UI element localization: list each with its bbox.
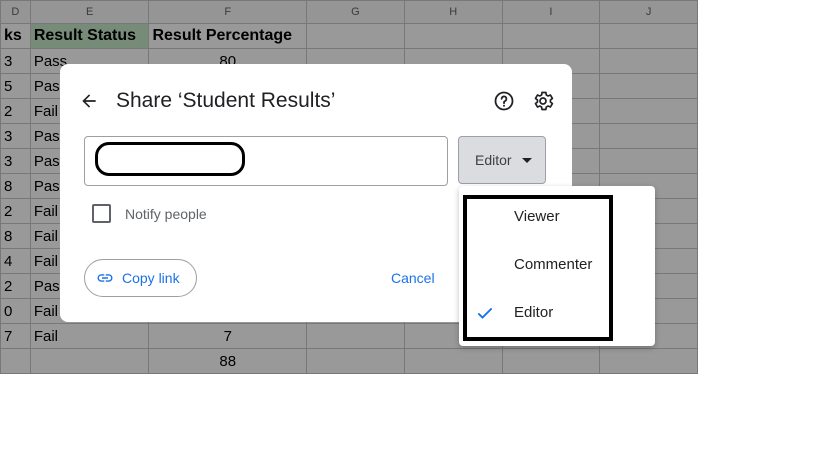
copy-link-label: Copy link [122, 270, 180, 286]
role-dropdown-button[interactable]: Editor [458, 136, 546, 184]
redaction-mark [95, 142, 245, 176]
notify-people-option[interactable]: Notify people [92, 204, 207, 223]
role-dropdown-label: Editor [475, 152, 512, 168]
dialog-title: Share ‘Student Results’ [116, 89, 336, 112]
notify-checkbox[interactable] [92, 204, 111, 223]
cancel-button[interactable]: Cancel [391, 270, 435, 286]
caret-down-icon [521, 157, 532, 163]
notify-label: Notify people [125, 205, 207, 222]
menu-item-label: Commenter [514, 256, 593, 273]
menu-item-editor[interactable]: Editor [459, 291, 655, 335]
menu-item-commenter[interactable]: Commenter [459, 243, 655, 287]
menu-item-label: Viewer [514, 208, 560, 225]
checkmark-icon [477, 307, 493, 319]
gear-icon[interactable] [531, 89, 555, 113]
link-icon [97, 274, 113, 282]
menu-item-label: Editor [514, 304, 554, 321]
menu-item-viewer[interactable]: Viewer [459, 195, 655, 239]
copy-link-button[interactable]: Copy link [84, 259, 197, 297]
role-menu: Viewer Commenter Editor [459, 186, 655, 346]
help-icon[interactable] [492, 89, 516, 113]
add-people-field[interactable] [84, 136, 448, 186]
back-arrow-icon[interactable] [76, 88, 102, 114]
